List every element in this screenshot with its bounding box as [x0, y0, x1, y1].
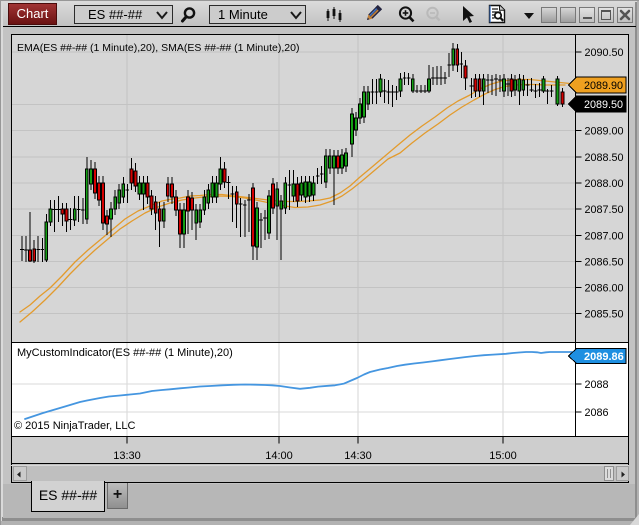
- svg-text:2086.50: 2086.50: [585, 256, 624, 268]
- svg-text:2087.00: 2087.00: [585, 230, 624, 242]
- svg-text:© 2015 NinjaTrader, LLC: © 2015 NinjaTrader, LLC: [14, 420, 135, 432]
- svg-text:13:30: 13:30: [113, 450, 141, 462]
- svg-text:2086: 2086: [585, 407, 609, 419]
- svg-text:15:00: 15:00: [489, 450, 517, 462]
- svg-text:14:30: 14:30: [344, 450, 372, 462]
- svg-text:2088.50: 2088.50: [585, 152, 624, 164]
- svg-text:EMA(ES ##-## (1 Minute),20), S: EMA(ES ##-## (1 Minute),20), SMA(ES ##-#…: [17, 42, 299, 54]
- svg-text:2089.86: 2089.86: [584, 351, 624, 363]
- svg-text:2087.50: 2087.50: [585, 204, 624, 216]
- svg-text:2086.00: 2086.00: [585, 283, 624, 295]
- svg-text:2085.50: 2085.50: [585, 309, 624, 321]
- svg-text:14:00: 14:00: [265, 450, 293, 462]
- svg-text:2089.90: 2089.90: [584, 80, 623, 92]
- svg-text:2090.50: 2090.50: [585, 47, 624, 59]
- svg-text:2088: 2088: [585, 379, 609, 391]
- svg-text:2089.00: 2089.00: [585, 126, 624, 138]
- svg-text:2089.50: 2089.50: [584, 99, 623, 111]
- svg-text:MyCustomIndicator(ES ##-## (1: MyCustomIndicator(ES ##-## (1 Minute),20…: [17, 347, 233, 359]
- svg-text:2088.00: 2088.00: [585, 178, 624, 190]
